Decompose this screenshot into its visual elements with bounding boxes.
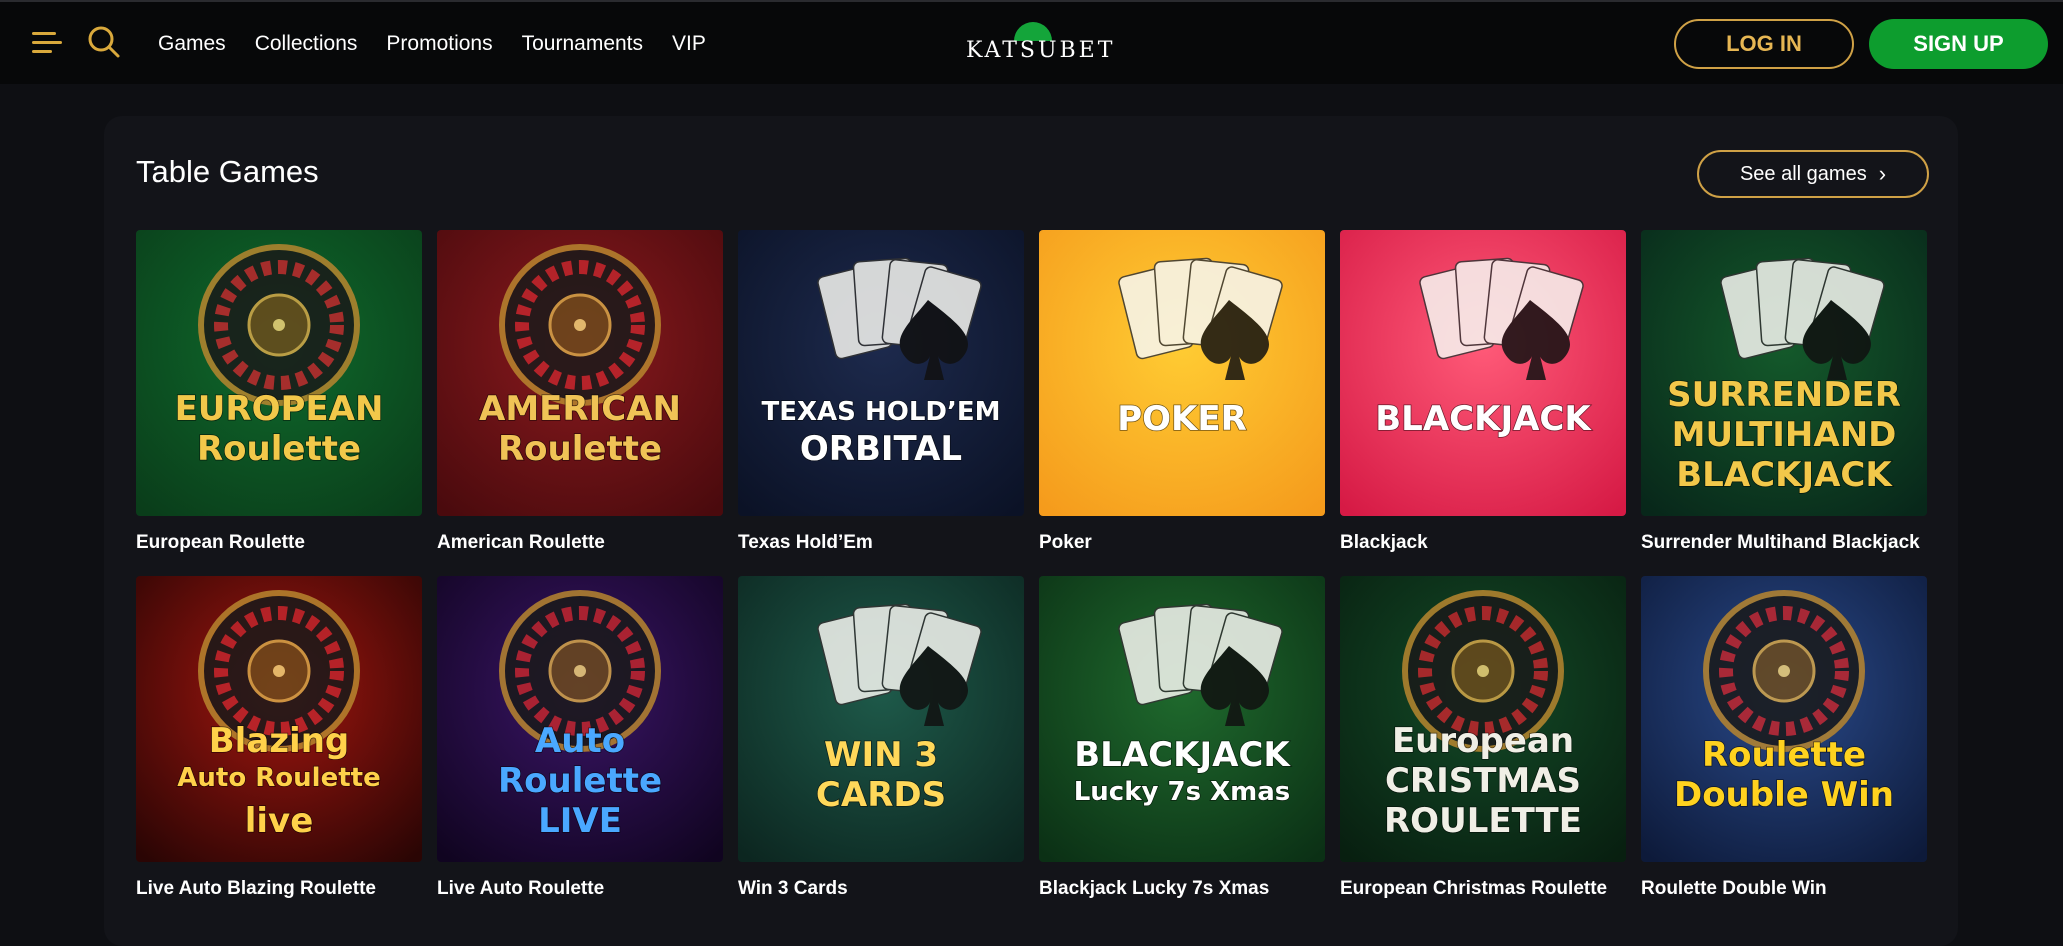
- nav-item-collections[interactable]: Collections: [255, 32, 358, 56]
- art-title-line: European: [1392, 721, 1574, 761]
- art-title-line: WIN 3: [824, 735, 938, 775]
- main-nav: Games Collections Promotions Tournaments…: [158, 2, 706, 86]
- nav-item-vip[interactable]: VIP: [672, 32, 706, 56]
- game-title[interactable]: American Roulette: [437, 532, 723, 554]
- game-card-blackjack-lucky-7s-xmas[interactable]: BLACKJACK Lucky 7s Xmas Blackjack Lucky 7s…: [1039, 576, 1325, 922]
- game-title[interactable]: Poker: [1039, 532, 1325, 554]
- game-card-surrender-multihand-blackjack[interactable]: SURRENDER MULTIHAND BLACKJACK Surrender Mul…: [1641, 230, 1927, 576]
- art-title-line: Roulette: [1702, 735, 1866, 775]
- art-title-line: AMERICAN: [479, 389, 681, 429]
- game-title[interactable]: Blackjack: [1340, 532, 1626, 554]
- hamburger-menu-icon[interactable]: [32, 28, 62, 58]
- nav-item-tournaments[interactable]: Tournaments: [522, 32, 643, 56]
- game-title[interactable]: Live Auto Roulette: [437, 878, 723, 900]
- see-all-label: See all games: [1739, 162, 1867, 185]
- game-title[interactable]: Win 3 Cards: [738, 878, 1024, 900]
- chevron-right-icon: ›: [1878, 161, 1887, 186]
- search-icon[interactable]: [86, 24, 122, 60]
- game-thumbnail[interactable]: Blazing Auto Roulette live: [136, 576, 422, 862]
- art-title-line: Auto: [535, 721, 625, 761]
- nav-item-games[interactable]: Games: [158, 32, 226, 56]
- roulette-wheel-illustration: [198, 244, 360, 406]
- game-title[interactable]: Blackjack Lucky 7s Xmas: [1039, 878, 1325, 900]
- game-title[interactable]: European Roulette: [136, 532, 422, 554]
- art-title-line: live: [245, 801, 314, 841]
- art-title-line: EUROPEAN: [175, 389, 384, 429]
- game-thumbnail[interactable]: BLACKJACK: [1340, 230, 1626, 516]
- art-title-line: ORBITAL: [800, 429, 962, 469]
- game-thumbnail[interactable]: Roulette Double Win: [1641, 576, 1927, 862]
- art-title-line: Lucky 7s Xmas: [1074, 777, 1291, 807]
- game-thumbnail[interactable]: European CRISTMAS ROULETTE: [1340, 576, 1626, 862]
- game-thumbnail[interactable]: POKER: [1039, 230, 1325, 516]
- art-title-line: Auto Roulette: [177, 763, 380, 793]
- game-card-win-3-cards[interactable]: WIN 3 CARDS Win 3 Cards: [738, 576, 1024, 922]
- art-title-line: BLACKJACK: [1375, 399, 1592, 439]
- game-card-live-auto-roulette[interactable]: Auto Roulette LIVE Live Auto Roulette: [437, 576, 723, 922]
- see-all-games-button[interactable]: See all games ›: [1697, 150, 1929, 198]
- game-card-texas-hold-em[interactable]: TEXAS HOLD’EM ORBITAL Texas Hold’Em: [738, 230, 1024, 576]
- art-title-line: BLACKJACK: [1676, 455, 1893, 495]
- art-title-line: Roulette: [498, 761, 662, 801]
- game-title[interactable]: Surrender Multihand Blackjack: [1641, 532, 1927, 554]
- art-title-line: TEXAS HOLD’EM: [762, 397, 1001, 427]
- game-card-poker[interactable]: POKER Poker: [1039, 230, 1325, 576]
- art-title-line: Double Win: [1674, 775, 1894, 815]
- login-button[interactable]: LOG IN: [1674, 19, 1854, 69]
- art-title-line: CARDS: [816, 775, 946, 815]
- game-thumbnail[interactable]: TEXAS HOLD’EM ORBITAL: [738, 230, 1024, 516]
- game-thumbnail[interactable]: BLACKJACK Lucky 7s Xmas: [1039, 576, 1325, 862]
- art-title-line: BLACKJACK: [1074, 735, 1291, 775]
- game-card-roulette-double-win[interactable]: Roulette Double Win Roulette Double Win: [1641, 576, 1927, 922]
- game-card-american-roulette[interactable]: AMERICAN Roulette American Roulette: [437, 230, 723, 576]
- art-title-line: MULTIHAND: [1672, 415, 1897, 455]
- game-thumbnail[interactable]: SURRENDER MULTIHAND BLACKJACK: [1641, 230, 1927, 516]
- game-thumbnail[interactable]: Auto Roulette LIVE: [437, 576, 723, 862]
- game-title[interactable]: Texas Hold’Em: [738, 532, 1024, 554]
- top-navigation-bar: Games Collections Promotions Tournaments…: [0, 0, 2063, 84]
- art-title-line: Roulette: [197, 429, 361, 469]
- art-title-line: CRISTMAS: [1385, 761, 1581, 801]
- art-title-line: ROULETTE: [1384, 801, 1582, 841]
- art-title-line: SURRENDER: [1667, 375, 1901, 415]
- game-title[interactable]: European Christmas Roulette: [1340, 878, 1626, 900]
- logo-text: KATSUBET: [966, 38, 1116, 63]
- game-card-blackjack[interactable]: BLACKJACK Blackjack: [1340, 230, 1626, 576]
- art-title-line: POKER: [1117, 399, 1247, 439]
- game-card-live-auto-blazing-roulette[interactable]: Blazing Auto Roulette live Live Auto Blazin…: [136, 576, 422, 922]
- game-card-european-roulette[interactable]: EUROPEAN Roulette European Roulette: [136, 230, 422, 576]
- section-title: Table Games: [136, 154, 319, 189]
- roulette-wheel-illustration: [1703, 590, 1865, 752]
- art-title-line: Blazing: [209, 721, 350, 761]
- game-thumbnail[interactable]: WIN 3 CARDS: [738, 576, 1024, 862]
- game-grid: EUROPEAN Roulette European Roulette AMERICA…: [136, 230, 1929, 922]
- game-thumbnail[interactable]: EUROPEAN Roulette: [136, 230, 422, 516]
- signup-button[interactable]: SIGN UP: [1869, 19, 2048, 69]
- art-title-line: LIVE: [538, 801, 622, 841]
- katsubet-logo[interactable]: KATSUBET: [966, 22, 1116, 68]
- nav-item-promotions[interactable]: Promotions: [386, 32, 492, 56]
- game-thumbnail[interactable]: AMERICAN Roulette: [437, 230, 723, 516]
- roulette-wheel-illustration: [499, 244, 661, 406]
- art-title-line: Roulette: [498, 429, 662, 469]
- game-card-european-christmas-roulette[interactable]: European CRISTMAS ROULETTE European Christm…: [1340, 576, 1626, 922]
- game-title[interactable]: Roulette Double Win: [1641, 878, 1927, 900]
- game-title[interactable]: Live Auto Blazing Roulette: [136, 878, 422, 900]
